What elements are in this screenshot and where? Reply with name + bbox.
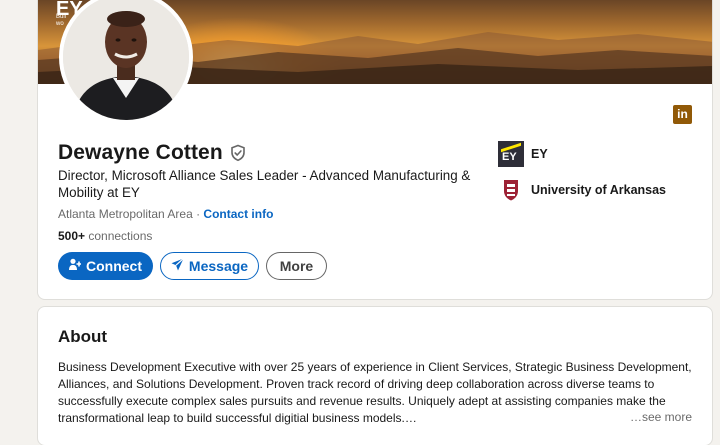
linkedin-icon[interactable]: in [673,105,692,124]
profile-headline: Director, Microsoft Alliance Sales Leade… [58,168,471,200]
profile-photo-image [63,0,189,120]
ey-company-logo: EY [498,141,524,167]
profile-name: Dewayne Cotten [58,141,223,164]
profile-photo[interactable] [59,0,193,124]
connections-count[interactable]: 500+ connections [58,229,152,243]
more-label: More [279,258,314,274]
see-more-button[interactable]: …see more [625,410,692,424]
location-separator: · [192,207,204,221]
more-button[interactable]: More [266,252,327,280]
connections-number: 500+ [58,229,86,243]
university-of-arkansas-logo [498,177,524,203]
profile-card: EY Buil wo in Dewayne Cotten Director, M… [37,0,713,300]
education-school[interactable]: University of Arkansas [498,177,666,203]
name-row: Dewayne Cotten [58,141,247,165]
about-heading: About [58,327,108,346]
connect-button[interactable]: Connect [58,252,153,280]
verified-shield-icon[interactable] [229,144,247,162]
profile-actions: Connect Message More [58,252,327,280]
school-name: University of Arkansas [531,183,667,197]
message-label: Message [188,258,249,274]
connections-label: connections [85,229,153,243]
connect-label: Connect [86,258,142,274]
send-icon [171,258,184,274]
current-company[interactable]: EY EY [498,141,548,167]
add-person-icon [69,258,82,274]
about-section: About Business Development Executive wit… [37,306,713,445]
message-button[interactable]: Message [160,252,259,280]
profile-location: Atlanta Metropolitan Area [58,207,193,221]
about-text: Business Development Executive with over… [58,360,692,425]
contact-info-link[interactable]: Contact info [203,207,273,221]
company-name: EY [531,147,548,161]
location-row: Atlanta Metropolitan Area · Contact info [58,207,273,221]
banner-tagline: Buil wo [56,14,67,27]
